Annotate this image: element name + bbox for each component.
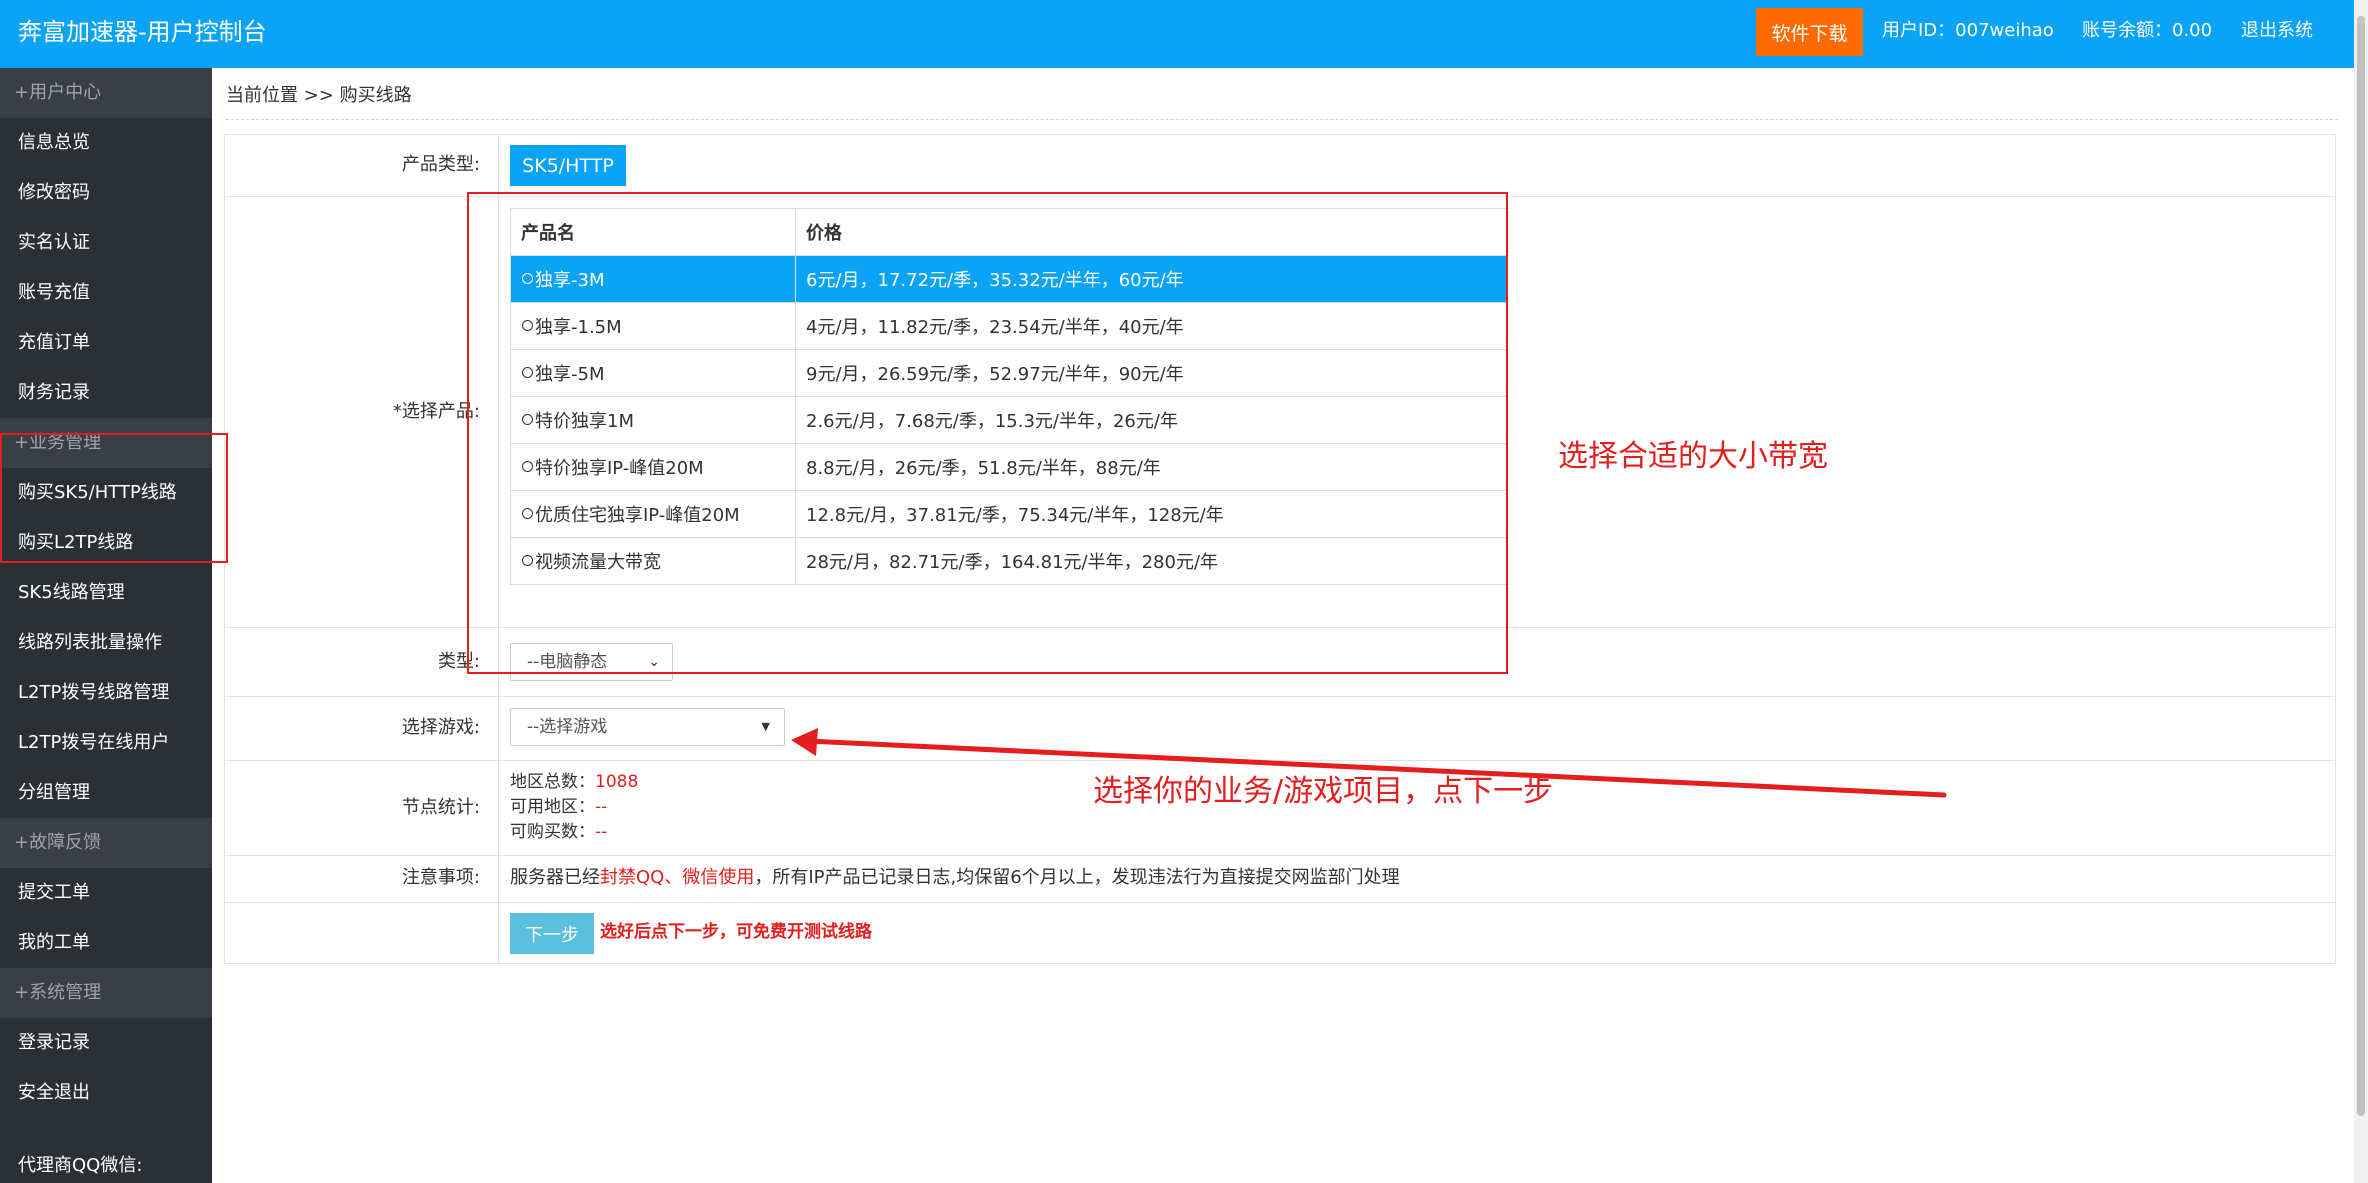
select-product-label: *选择产品: bbox=[392, 401, 480, 422]
sidebar-item-submit-ticket[interactable]: 提交工单 bbox=[0, 868, 212, 918]
annotation-box-product-table bbox=[467, 192, 1508, 674]
sidebar-item-verification[interactable]: 实名认证 bbox=[0, 218, 212, 268]
node-total: 地区总数：1088 bbox=[510, 771, 638, 793]
caret-down-icon: ▼ bbox=[761, 720, 770, 733]
type-label: 类型: bbox=[437, 651, 480, 672]
row-divider bbox=[224, 696, 2336, 697]
annotation-game-text: 选择你的业务/游戏项目，点下一步 bbox=[1093, 774, 1554, 809]
next-step-hint: 选好后点下一步，可免费开测试线路 bbox=[600, 922, 872, 942]
node-total-value: 1088 bbox=[595, 772, 639, 792]
game-label: 选择游戏: bbox=[401, 717, 480, 738]
sidebar-group-feedback[interactable]: +故障反馈 bbox=[0, 818, 212, 868]
sidebar-item-finance-records[interactable]: 财务记录 bbox=[0, 368, 212, 418]
app-title: 奔富加速器-用户控制台 bbox=[18, 18, 267, 46]
breadcrumb: 当前位置 >> 购买线路 bbox=[226, 85, 412, 106]
node-buyable-value: -- bbox=[595, 822, 608, 842]
top-bar: 奔富加速器-用户控制台 软件下载 用户ID：007weihao 账号余额：0.0… bbox=[0, 0, 2354, 68]
software-download-button[interactable]: 软件下载 bbox=[1756, 8, 1863, 56]
notice-label: 注意事项: bbox=[401, 867, 480, 888]
annotation-bandwidth-text: 选择合适的大小带宽 bbox=[1558, 439, 1828, 474]
next-step-button[interactable]: 下一步 bbox=[510, 913, 594, 954]
agent-contact-label: 代理商QQ微信: bbox=[18, 1155, 143, 1176]
node-available: 可用地区：-- bbox=[510, 796, 607, 818]
sidebar-item-group-manage[interactable]: 分组管理 bbox=[0, 768, 212, 818]
sidebar-item-recharge-orders[interactable]: 充值订单 bbox=[0, 318, 212, 368]
sidebar-item-l2tp-manage[interactable]: L2TP拨号线路管理 bbox=[0, 668, 212, 718]
account-balance: 账号余额：0.00 bbox=[2082, 20, 2213, 41]
product-type-sk5-http-button[interactable]: SK5/HTTP bbox=[510, 145, 626, 186]
sidebar: +用户中心 信息总览 修改密码 实名认证 账号充值 充值订单 财务记录 +业务管… bbox=[0, 68, 212, 1183]
product-type-label: 产品类型: bbox=[401, 154, 480, 175]
notice-warning: 封禁QQ、微信使用 bbox=[600, 867, 755, 888]
row-divider bbox=[224, 855, 2336, 856]
game-select[interactable]: --选择游戏 ▼ bbox=[510, 708, 785, 746]
node-buyable: 可购买数：-- bbox=[510, 821, 607, 843]
sidebar-item-change-password[interactable]: 修改密码 bbox=[0, 168, 212, 218]
sidebar-item-login-records[interactable]: 登录记录 bbox=[0, 1018, 212, 1068]
sidebar-item-safe-exit[interactable]: 安全退出 bbox=[0, 1068, 212, 1118]
breadcrumb-divider bbox=[226, 119, 2338, 120]
annotation-box-business-menu bbox=[0, 433, 228, 563]
page-scrollbar-thumb[interactable] bbox=[2357, 16, 2365, 1116]
row-divider bbox=[224, 760, 2336, 761]
notice-prefix: 服务器已经 bbox=[510, 867, 600, 888]
row-divider bbox=[224, 902, 2336, 903]
sidebar-item-batch-ops[interactable]: 线路列表批量操作 bbox=[0, 618, 212, 668]
user-id: 用户ID：007weihao bbox=[1882, 20, 2054, 41]
sidebar-group-user-center[interactable]: +用户中心 bbox=[0, 68, 212, 118]
notice-text: 服务器已经封禁QQ、微信使用，所有IP产品已记录日志,均保留6个月以上，发现违法… bbox=[510, 866, 1400, 890]
sidebar-group-system[interactable]: +系统管理 bbox=[0, 968, 212, 1018]
sidebar-item-overview[interactable]: 信息总览 bbox=[0, 118, 212, 168]
node-total-label: 地区总数： bbox=[510, 772, 595, 792]
game-select-value: --选择游戏 bbox=[527, 717, 608, 737]
sidebar-item-l2tp-online[interactable]: L2TP拨号在线用户 bbox=[0, 718, 212, 768]
sidebar-item-sk5-manage[interactable]: SK5线路管理 bbox=[0, 568, 212, 618]
node-available-value: -- bbox=[595, 797, 608, 817]
sidebar-item-my-tickets[interactable]: 我的工单 bbox=[0, 918, 212, 968]
node-buyable-label: 可购买数： bbox=[510, 822, 595, 842]
node-available-label: 可用地区： bbox=[510, 797, 595, 817]
node-stats-label: 节点统计: bbox=[401, 797, 480, 818]
notice-suffix: ，所有IP产品已记录日志,均保留6个月以上，发现违法行为直接提交网监部门处理 bbox=[754, 867, 1400, 888]
logout-link[interactable]: 退出系统 bbox=[2241, 19, 2313, 43]
sidebar-item-recharge[interactable]: 账号充值 bbox=[0, 268, 212, 318]
